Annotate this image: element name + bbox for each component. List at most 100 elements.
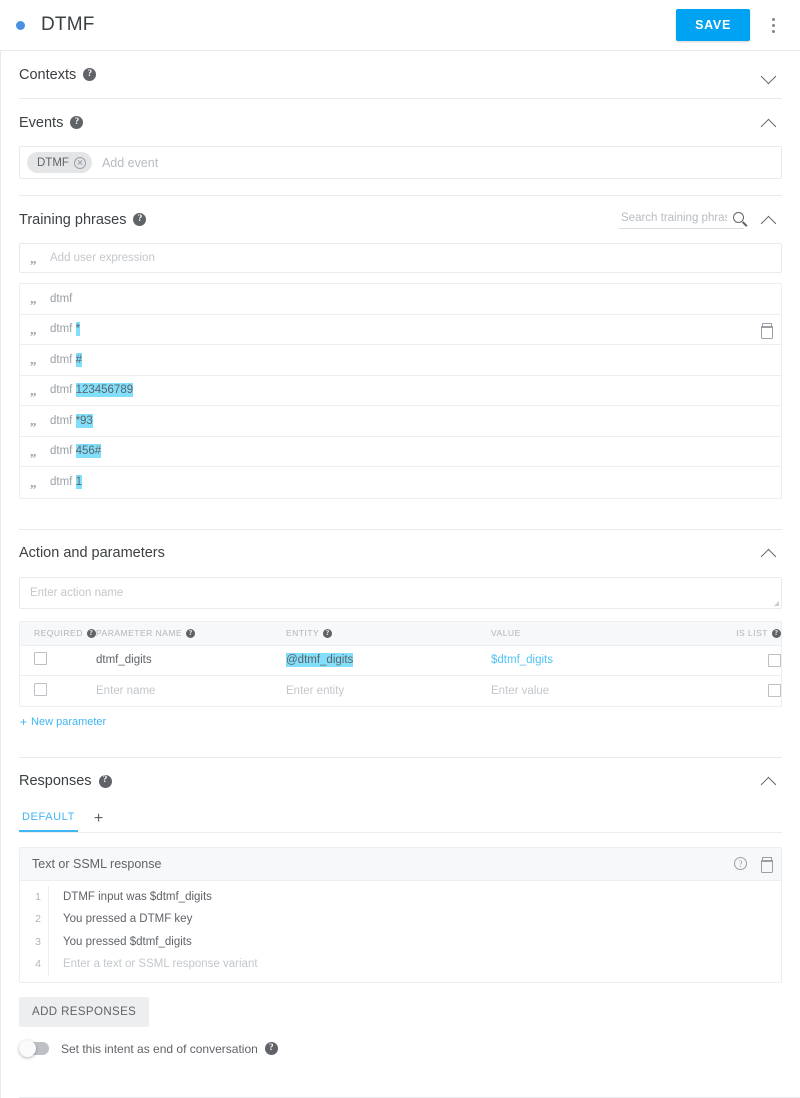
- help-icon[interactable]: ?: [70, 116, 84, 129]
- help-icon[interactable]: ?: [186, 628, 196, 638]
- response-variant-number: 4: [35, 958, 41, 971]
- response-variant-number: 3: [35, 935, 41, 948]
- training-phrase-text: dtmf: [50, 292, 73, 305]
- text-response-card-header: Text or SSML response ?: [20, 847, 781, 881]
- table-row[interactable]: „ dtmf 456#: [20, 437, 781, 467]
- section-header-action-and-parameters[interactable]: Action and parameters: [1, 530, 800, 577]
- add-user-expression-placeholder: Add user expression: [50, 252, 155, 264]
- search-icon[interactable]: [733, 212, 744, 223]
- new-parameter-label: New parameter: [31, 715, 107, 728]
- training-phrase-text: dtmf #: [50, 352, 82, 367]
- kebab-dot: [771, 29, 775, 33]
- delete-response-icon[interactable]: [760, 857, 773, 873]
- more-vert-icon[interactable]: [758, 8, 788, 42]
- annotated-entity: #: [75, 352, 82, 367]
- chevron-up-icon[interactable]: [756, 768, 782, 794]
- chevron-down-icon[interactable]: [756, 62, 782, 88]
- section-header-events[interactable]: Events ?: [1, 99, 800, 146]
- tab-default[interactable]: DEFAULT: [19, 811, 78, 832]
- help-icon[interactable]: ?: [323, 628, 333, 638]
- close-icon[interactable]: [73, 156, 86, 169]
- delete-training-phrase-icon[interactable]: [760, 322, 773, 339]
- list-item[interactable]: 3 You pressed $dtmf_digits: [20, 930, 781, 953]
- event-chip-label: DTMF: [37, 156, 69, 169]
- is-list-checkbox[interactable]: [768, 684, 781, 697]
- column-header-value: VALUE: [491, 628, 521, 638]
- add-user-expression-input[interactable]: „ Add user expression: [19, 243, 782, 273]
- section-header-training-phrases[interactable]: Training phrases ?: [1, 196, 800, 243]
- search-input[interactable]: [619, 210, 729, 225]
- table-row[interactable]: „ dtmf *: [20, 315, 781, 345]
- help-icon[interactable]: ?: [98, 774, 112, 788]
- new-parameter-button[interactable]: + New parameter: [20, 715, 106, 729]
- event-chip-dtmf[interactable]: DTMF: [27, 152, 92, 173]
- table-row[interactable]: „ dtmf 1: [20, 467, 781, 498]
- search-training-phrases-field[interactable]: [619, 210, 744, 229]
- training-phrase-list: „ dtmf „ dtmf * „ dtmf # „ dtmf 12345678…: [19, 283, 782, 499]
- section-header-contexts[interactable]: Contexts ?: [1, 51, 800, 98]
- parameter-name-cell[interactable]: dtmf_digits: [96, 654, 286, 666]
- add-event-placeholder[interactable]: Add event: [102, 156, 158, 170]
- list-item[interactable]: 1 DTMF input was $dtmf_digits: [20, 885, 781, 908]
- value-input[interactable]: Enter value: [491, 685, 711, 697]
- intent-status-dot: [16, 20, 25, 30]
- chevron-up-icon[interactable]: [756, 540, 782, 566]
- chevron-up-icon[interactable]: [756, 207, 782, 233]
- quote-icon: „: [30, 321, 37, 337]
- events-input-box[interactable]: DTMF Add event: [19, 146, 782, 179]
- entity-value: @dtmf_digits: [286, 653, 354, 667]
- response-variant-text[interactable]: You pressed $dtmf_digits: [48, 930, 781, 953]
- training-phrase-text: dtmf *: [50, 322, 81, 337]
- section-title-responses: Responses: [19, 773, 92, 789]
- response-variant-text[interactable]: DTMF input was $dtmf_digits: [48, 885, 781, 908]
- response-variant-number: 2: [35, 913, 41, 926]
- help-icon[interactable]: ?: [86, 628, 96, 638]
- annotated-entity: *: [75, 322, 81, 337]
- add-responses-button[interactable]: ADD RESPONSES: [19, 996, 150, 1027]
- section-header-responses[interactable]: Responses ?: [1, 758, 800, 805]
- intent-editor-body: Contexts ? Events ? DTMF Add event Train…: [0, 51, 800, 1098]
- quote-icon: „: [30, 352, 37, 368]
- annotated-entity: 456#: [75, 444, 102, 459]
- response-variant-text[interactable]: You pressed a DTMF key: [48, 908, 781, 931]
- is-list-cell: [711, 684, 781, 697]
- page-title: DTMF: [41, 14, 95, 35]
- table-row[interactable]: „ dtmf: [20, 284, 781, 315]
- chevron-up-icon[interactable]: [756, 110, 782, 136]
- table-row[interactable]: „ dtmf 123456789: [20, 376, 781, 406]
- quote-icon: „: [30, 474, 37, 490]
- quote-icon: „: [30, 250, 37, 266]
- annotated-entity: *93: [75, 413, 93, 428]
- quote-icon: „: [30, 382, 37, 398]
- quote-icon: „: [30, 291, 37, 307]
- intent-header-toolbar: DTMF SAVE: [0, 0, 800, 51]
- help-icon[interactable]: ?: [264, 1042, 278, 1055]
- help-icon[interactable]: ?: [133, 213, 147, 226]
- list-item[interactable]: 2 You pressed a DTMF key: [20, 908, 781, 931]
- required-checkbox[interactable]: [34, 682, 47, 696]
- add-response-tab-icon[interactable]: +: [94, 810, 103, 832]
- table-row[interactable]: „ dtmf *93: [20, 406, 781, 437]
- required-checkbox[interactable]: [34, 652, 47, 665]
- entity-input[interactable]: Enter entity: [286, 685, 491, 697]
- entity-cell[interactable]: @dtmf_digits: [286, 653, 491, 667]
- end-of-conversation-toggle[interactable]: [19, 1039, 49, 1057]
- parameter-name-input[interactable]: Enter name: [96, 685, 286, 697]
- value-cell[interactable]: $dtmf_digits: [491, 654, 711, 666]
- help-circle-icon[interactable]: ?: [734, 857, 747, 870]
- training-phrase-text: dtmf 123456789: [50, 383, 134, 398]
- action-name-input[interactable]: Enter action name: [19, 576, 782, 609]
- annotated-entity: 1: [75, 475, 82, 490]
- training-phrase-text: dtmf 1: [50, 475, 82, 490]
- end-of-conversation-row: Set this intent as end of conversation ?: [19, 1039, 800, 1057]
- help-icon[interactable]: ?: [83, 68, 97, 81]
- response-variant-input[interactable]: Enter a text or SSML response variant: [48, 953, 781, 976]
- is-list-checkbox[interactable]: [768, 653, 781, 667]
- save-button[interactable]: SAVE: [676, 9, 750, 41]
- table-row[interactable]: „ dtmf #: [20, 345, 781, 376]
- kebab-dot: [771, 17, 775, 21]
- help-icon[interactable]: ?: [772, 628, 781, 638]
- list-item[interactable]: 4 Enter a text or SSML response variant: [20, 953, 781, 976]
